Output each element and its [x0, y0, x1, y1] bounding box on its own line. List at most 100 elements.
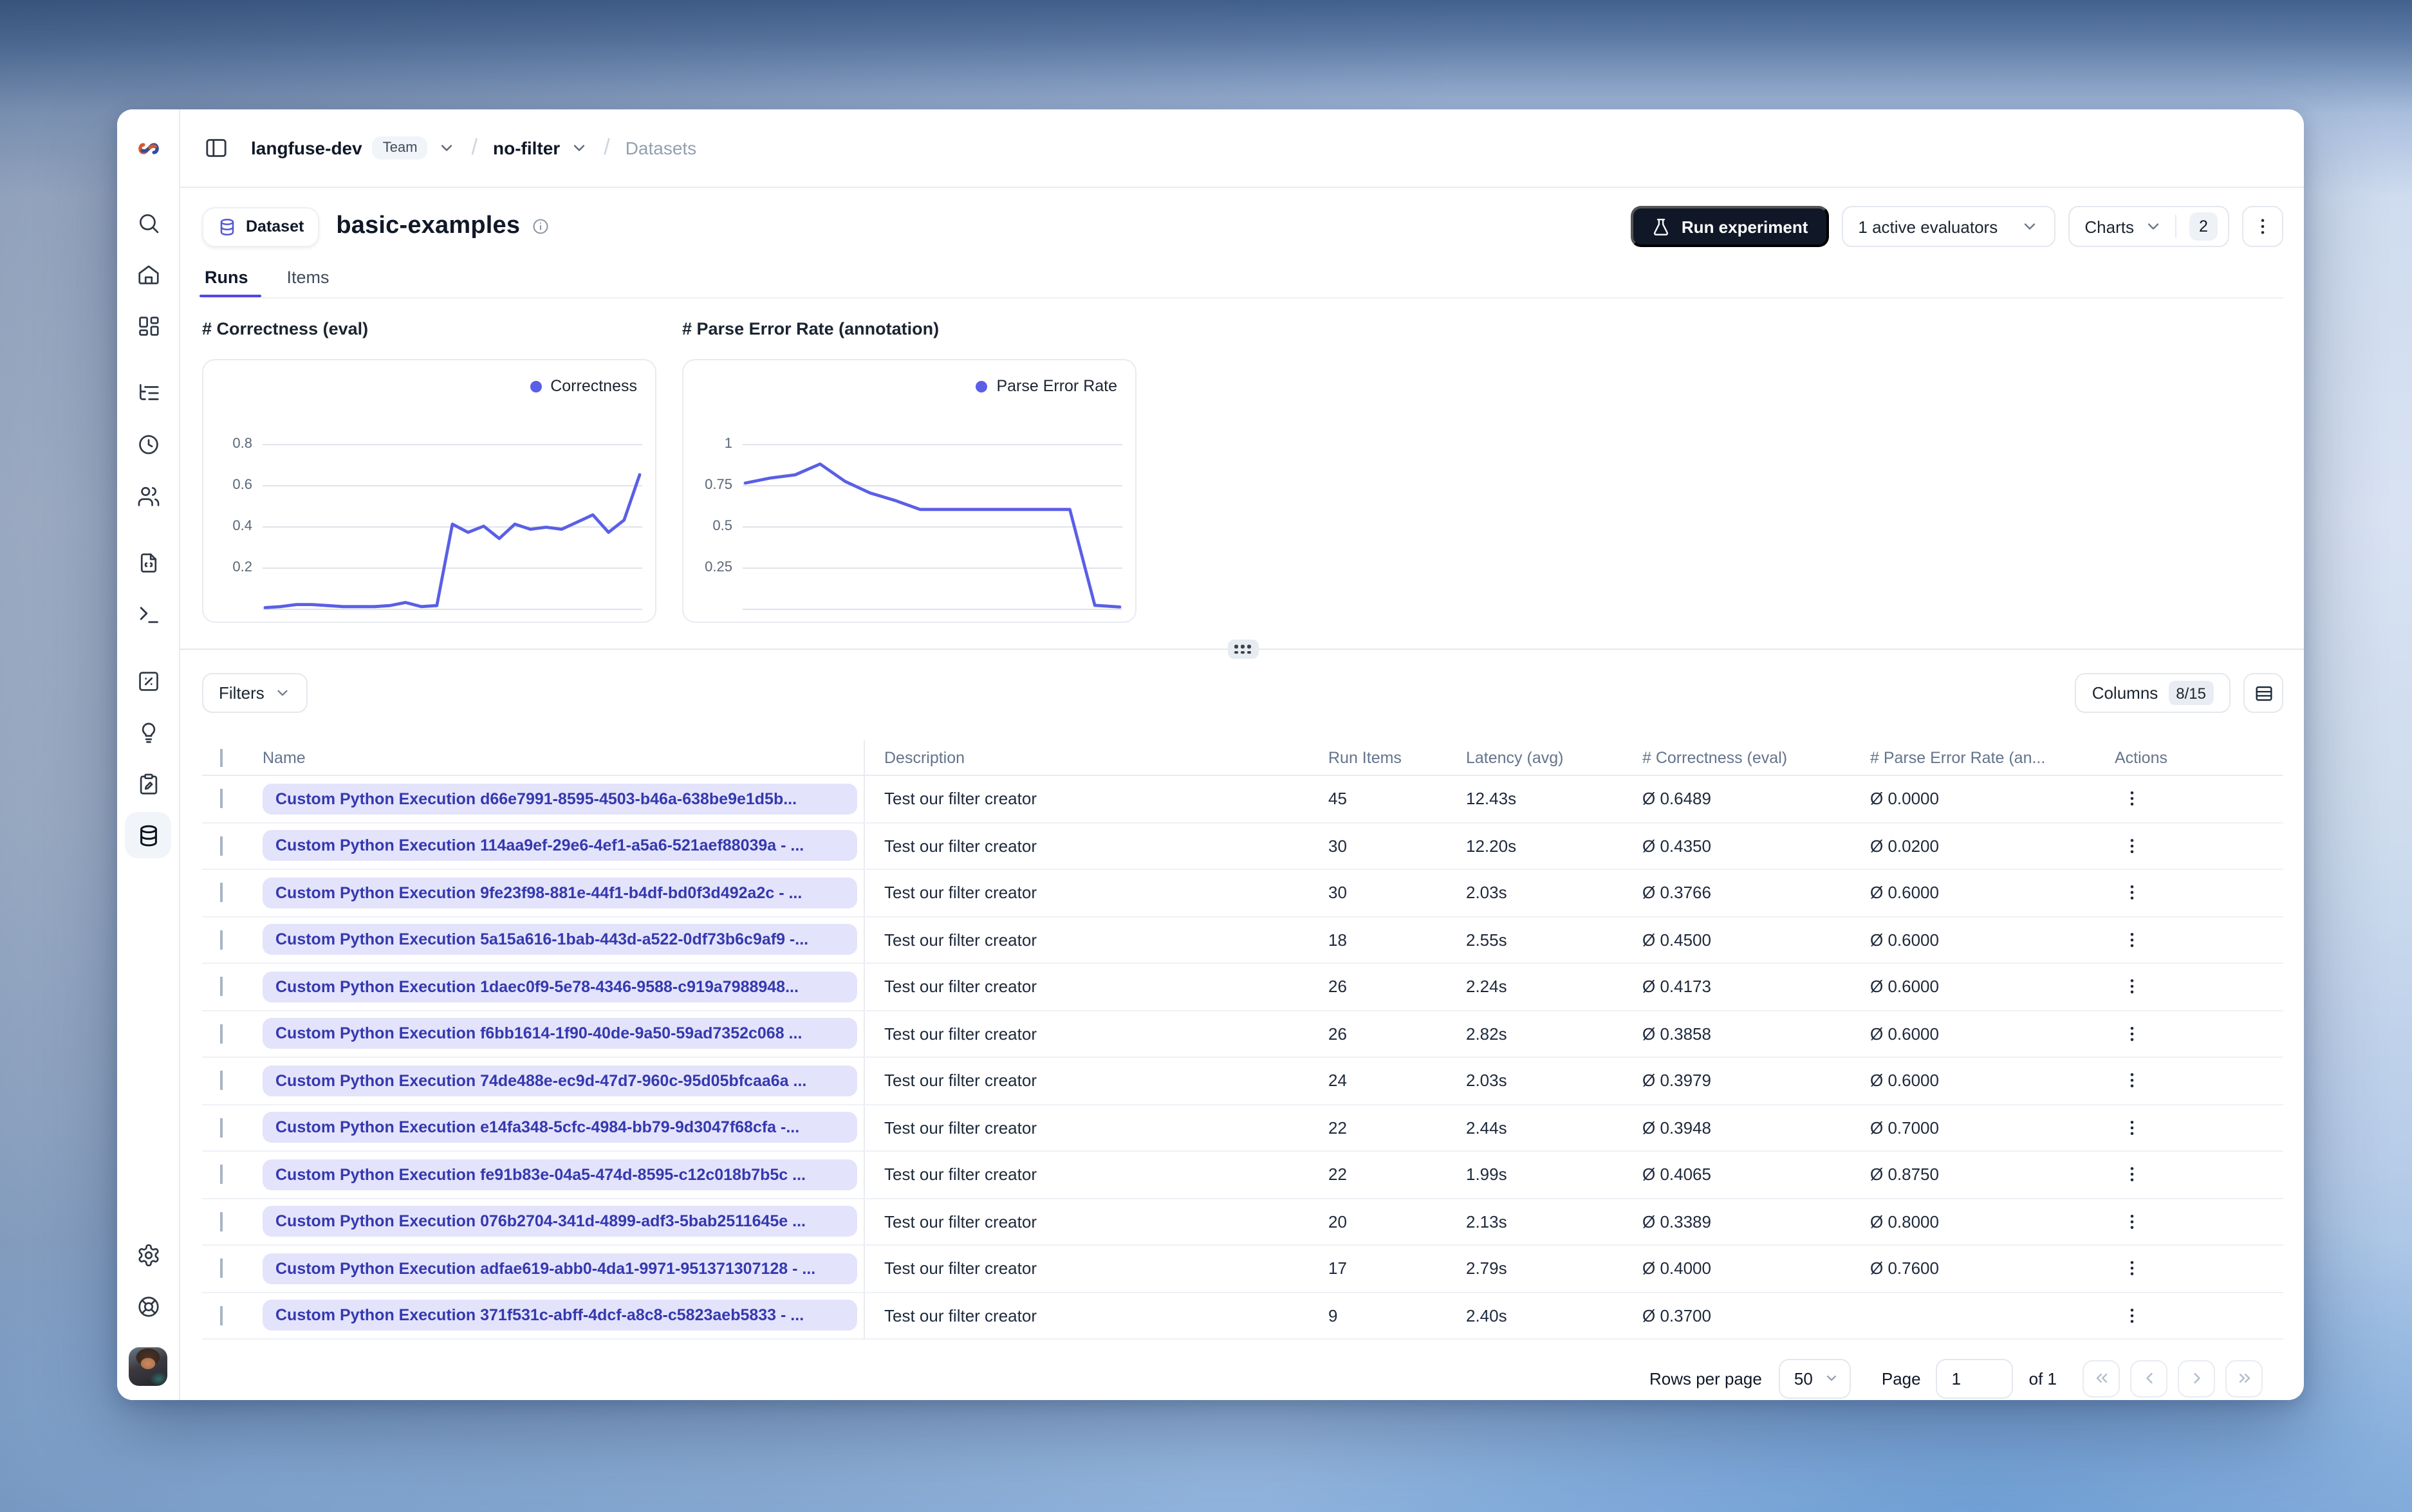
annotation-clipboard-icon[interactable]: [117, 758, 179, 809]
run-name-link[interactable]: Custom Python Execution fe91b83e-04a5-47…: [263, 1159, 857, 1190]
datasets-database-icon[interactable]: [117, 809, 179, 861]
row-checkbox[interactable]: [220, 883, 223, 903]
columns-button[interactable]: Columns 8/15: [2075, 673, 2231, 713]
row-checkbox[interactable]: [220, 1212, 223, 1231]
row-checkbox[interactable]: [220, 789, 223, 809]
row-actions-button[interactable]: [2115, 1252, 2148, 1286]
column-header-correctness[interactable]: # Correctness (eval): [1642, 748, 1870, 766]
tracing-icon[interactable]: [117, 367, 179, 418]
charts-button[interactable]: Charts 2: [2068, 206, 2229, 247]
row-checkbox[interactable]: [220, 1024, 223, 1044]
table-row: Custom Python Execution 9fe23f98-881e-44…: [202, 870, 2283, 917]
run-description: Test our filter creator: [884, 1212, 1037, 1231]
home-icon[interactable]: [117, 248, 179, 300]
scores-percent-icon[interactable]: [117, 655, 179, 706]
chart-card: Parse Error Rate 0.25 0.5 0.75 1: [682, 359, 1136, 623]
kebab-icon: [2129, 1214, 2133, 1229]
breadcrumb-section[interactable]: Datasets: [626, 138, 697, 158]
chevron-down-icon[interactable]: [438, 139, 456, 157]
run-name-link[interactable]: Custom Python Execution adfae619-abb0-4d…: [263, 1253, 857, 1284]
chevron-down-icon[interactable]: [570, 139, 588, 157]
breadcrumb-project[interactable]: no-filter: [493, 138, 560, 158]
run-name-link[interactable]: Custom Python Execution 9fe23f98-881e-44…: [263, 877, 857, 908]
drag-handle[interactable]: [1227, 640, 1258, 659]
row-actions-button[interactable]: [2115, 1299, 2148, 1332]
run-name-link[interactable]: Custom Python Execution 74de488e-ec9d-47…: [263, 1065, 857, 1096]
langfuse-logo[interactable]: [117, 109, 179, 187]
run-name-link[interactable]: Custom Python Execution d66e7991-8595-45…: [263, 783, 857, 815]
chart-legend: Parse Error Rate: [976, 377, 1117, 395]
run-description: Test our filter creator: [884, 1258, 1037, 1278]
tab-items[interactable]: Items: [284, 256, 332, 297]
run-correctness: Ø 0.4173: [1642, 977, 1711, 997]
select-all-checkbox[interactable]: [220, 748, 223, 766]
table-header-row: Name Description Run Items Latency (avg)…: [202, 740, 2283, 776]
dashboard-icon[interactable]: [117, 300, 179, 351]
column-header-description[interactable]: Description: [865, 748, 1328, 766]
column-header-latency[interactable]: Latency (avg): [1466, 748, 1642, 766]
row-actions-button[interactable]: [2115, 1158, 2148, 1192]
more-actions-button[interactable]: [2242, 206, 2283, 247]
row-actions-button[interactable]: [2115, 923, 2148, 957]
users-icon[interactable]: [117, 470, 179, 521]
first-page-button[interactable]: [2083, 1360, 2120, 1397]
row-actions-button[interactable]: [2115, 876, 2148, 910]
sessions-clock-icon[interactable]: [117, 418, 179, 470]
filters-button[interactable]: Filters: [202, 673, 308, 713]
run-items-count: 20: [1328, 1212, 1347, 1231]
run-name-link[interactable]: Custom Python Execution 371f531c-abff-4d…: [263, 1300, 857, 1331]
breadcrumb-org[interactable]: langfuse-dev: [251, 138, 362, 158]
row-actions-button[interactable]: [2115, 1017, 2148, 1051]
column-header-run-items[interactable]: Run Items: [1328, 748, 1466, 766]
row-actions-button[interactable]: [2115, 1205, 2148, 1239]
row-checkbox[interactable]: [220, 977, 223, 997]
last-page-button[interactable]: [2225, 1360, 2263, 1397]
row-actions-button[interactable]: [2115, 829, 2148, 863]
run-experiment-button[interactable]: Run experiment: [1631, 206, 1829, 247]
run-latency: 2.24s: [1466, 977, 1507, 997]
playground-terminal-icon[interactable]: [117, 588, 179, 640]
lightbulb-icon[interactable]: [117, 706, 179, 758]
column-header-parse-error[interactable]: # Parse Error Rate (an...: [1870, 748, 2102, 766]
row-actions-button[interactable]: [2115, 1064, 2148, 1098]
y-axis-labels: 0.2 0.4 0.6 0.8: [232, 436, 252, 575]
panel-toggle-icon[interactable]: [203, 135, 229, 161]
info-icon[interactable]: [532, 217, 550, 235]
row-checkbox[interactable]: [220, 1258, 223, 1278]
row-density-button[interactable]: [2243, 673, 2283, 713]
kebab-icon: [2261, 219, 2265, 234]
row-checkbox[interactable]: [220, 930, 223, 950]
active-evaluators-button[interactable]: 1 active evaluators: [1841, 206, 2055, 247]
row-actions-button[interactable]: [2115, 782, 2148, 816]
run-name-link[interactable]: Custom Python Execution 076b2704-341d-48…: [263, 1206, 857, 1237]
divider: [2175, 215, 2176, 238]
run-name-link[interactable]: Custom Python Execution f6bb1614-1f90-40…: [263, 1018, 857, 1049]
tab-runs[interactable]: Runs: [199, 256, 261, 297]
next-page-button[interactable]: [2178, 1360, 2215, 1397]
row-actions-button[interactable]: [2115, 970, 2148, 1004]
row-checkbox[interactable]: [220, 836, 223, 856]
row-checkbox[interactable]: [220, 1165, 223, 1185]
support-lifebuoy-icon[interactable]: [117, 1280, 179, 1332]
run-name-link[interactable]: Custom Python Execution 1daec0f9-5e78-43…: [263, 971, 857, 1002]
previous-page-button[interactable]: [2130, 1360, 2167, 1397]
chart-parse-error-rate: # Parse Error Rate (annotation) Parse Er…: [682, 319, 1136, 623]
column-header-name[interactable]: Name: [263, 740, 865, 775]
run-correctness: Ø 0.3948: [1642, 1118, 1711, 1138]
columns-count-badge: 8/15: [2168, 681, 2214, 705]
row-checkbox[interactable]: [220, 1305, 223, 1325]
row-actions-button[interactable]: [2115, 1111, 2148, 1145]
row-checkbox[interactable]: [220, 1071, 223, 1091]
run-latency: 2.44s: [1466, 1118, 1507, 1138]
rows-per-page-select[interactable]: 50: [1778, 1358, 1851, 1398]
settings-gear-icon[interactable]: [117, 1229, 179, 1280]
row-checkbox[interactable]: [220, 1118, 223, 1138]
search-icon[interactable]: [117, 197, 179, 248]
run-name-link[interactable]: Custom Python Execution e14fa348-5cfc-49…: [263, 1112, 857, 1143]
run-name-link[interactable]: Custom Python Execution 114aa9ef-29e6-4e…: [263, 830, 857, 862]
prompts-file-icon[interactable]: [117, 537, 179, 588]
run-name-link[interactable]: Custom Python Execution 5a15a616-1bab-44…: [263, 924, 857, 955]
user-avatar[interactable]: [129, 1347, 167, 1386]
table-row: Custom Python Execution f6bb1614-1f90-40…: [202, 1011, 2283, 1058]
page-number-input[interactable]: 1: [1936, 1358, 2014, 1398]
